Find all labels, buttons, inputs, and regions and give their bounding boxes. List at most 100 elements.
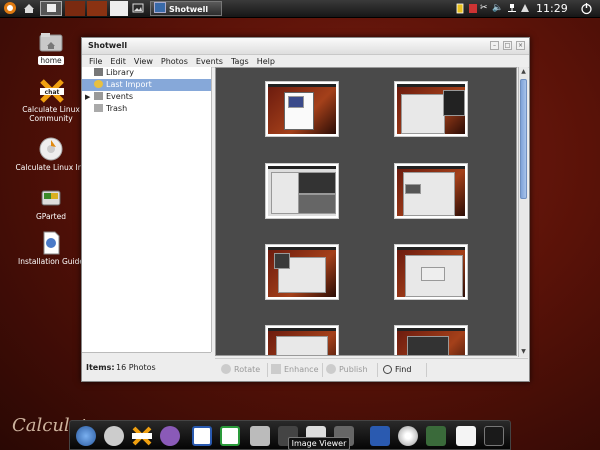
rotate-button[interactable]: Rotate bbox=[221, 364, 260, 376]
audio-player-icon[interactable] bbox=[370, 426, 390, 446]
photo-thumbnail[interactable] bbox=[265, 325, 339, 355]
library-icon bbox=[94, 68, 103, 76]
photo-thumbnail[interactable] bbox=[265, 81, 339, 137]
publish-label: Publish bbox=[339, 365, 368, 374]
rotate-icon bbox=[221, 364, 231, 374]
import-icon bbox=[94, 80, 103, 88]
home-icon[interactable] bbox=[22, 1, 37, 16]
desktop-pager-4[interactable] bbox=[110, 1, 128, 16]
expander-arrow-icon[interactable]: ▶ bbox=[85, 91, 90, 103]
mail-icon[interactable] bbox=[104, 426, 124, 446]
scroll-down-arrow-icon[interactable]: ▼ bbox=[519, 347, 528, 356]
publish-button[interactable]: Publish bbox=[326, 364, 368, 376]
thumbnail-image bbox=[397, 247, 465, 297]
shotwell-icon bbox=[154, 2, 166, 13]
toolbar-separator bbox=[377, 363, 378, 377]
sidebar: Library Last Import ▶ Events Trash bbox=[82, 67, 212, 352]
desktop-icon-label: Calculate Linux Ins bbox=[15, 163, 87, 172]
photo-thumbnail[interactable] bbox=[394, 244, 468, 300]
sidebar-item-label: Last Import bbox=[106, 80, 152, 89]
desktop-icon-label: Installation Guide bbox=[18, 257, 84, 266]
sidebar-item-last-import[interactable]: Last Import bbox=[82, 79, 211, 91]
scissors-icon[interactable]: ✂ bbox=[480, 3, 488, 14]
sidebar-item-events[interactable]: ▶ Events bbox=[82, 91, 211, 103]
thumbnail-image bbox=[397, 166, 465, 216]
clock[interactable]: 11:29 bbox=[536, 2, 568, 15]
screenshot-icon[interactable] bbox=[484, 426, 504, 446]
scroll-thumb[interactable] bbox=[520, 79, 527, 199]
games-icon[interactable] bbox=[426, 426, 446, 446]
desktop-icon-label: home bbox=[38, 56, 64, 65]
desktop-pager-2[interactable] bbox=[65, 1, 85, 16]
items-count: 16 Photos bbox=[116, 363, 156, 372]
rotate-label: Rotate bbox=[234, 365, 261, 374]
clipboard-icon[interactable] bbox=[468, 3, 478, 14]
menu-edit[interactable]: Edit bbox=[106, 57, 130, 66]
spreadsheet-icon[interactable] bbox=[220, 426, 240, 446]
find-button[interactable]: Find bbox=[383, 364, 411, 376]
photo-thumbnail[interactable] bbox=[265, 163, 339, 219]
window-title: Shotwell bbox=[88, 41, 128, 50]
app-menu-icon[interactable] bbox=[3, 1, 18, 16]
desktop-pager-3[interactable] bbox=[87, 1, 107, 16]
publish-icon bbox=[326, 364, 336, 374]
document-icon bbox=[39, 231, 63, 255]
photo-thumbnail[interactable] bbox=[394, 325, 468, 355]
messenger-icon[interactable] bbox=[160, 426, 180, 446]
writer-icon[interactable] bbox=[192, 426, 212, 446]
top-panel: Shotwell ✂ 🔈 11:29 bbox=[0, 0, 600, 18]
enhance-button[interactable]: Enhance bbox=[271, 364, 319, 376]
battery-icon[interactable] bbox=[455, 3, 465, 14]
trash-icon bbox=[94, 104, 103, 112]
sidebar-item-trash[interactable]: Trash bbox=[82, 103, 211, 115]
photo-thumbnail[interactable] bbox=[394, 163, 468, 219]
sidebar-item-label: Events bbox=[106, 92, 134, 101]
sidebar-item-label: Library bbox=[106, 68, 134, 77]
enhance-label: Enhance bbox=[284, 365, 319, 374]
calculator-icon[interactable] bbox=[250, 426, 270, 446]
menu-view[interactable]: View bbox=[130, 57, 157, 66]
disc-burner-icon[interactable] bbox=[398, 426, 418, 446]
sidebar-item-library[interactable]: Library bbox=[82, 67, 211, 79]
status-area: Items: 16 Photos bbox=[82, 352, 211, 382]
minimize-button[interactable]: – bbox=[490, 41, 499, 50]
desktop-pager-1[interactable] bbox=[40, 1, 62, 16]
sidebar-item-label: Trash bbox=[106, 104, 128, 113]
chat-icon[interactable] bbox=[132, 426, 152, 446]
close-button[interactable]: × bbox=[516, 41, 525, 50]
calculate-chat-icon: chat bbox=[39, 79, 64, 103]
toolbar-separator bbox=[426, 363, 427, 377]
photo-viewer bbox=[215, 67, 517, 356]
thumbnail-image bbox=[268, 166, 336, 216]
enhance-icon bbox=[271, 364, 281, 374]
events-icon bbox=[94, 92, 103, 100]
shotwell-window: Shotwell – □ × File Edit View Photos Eve… bbox=[81, 37, 530, 382]
thumbnail-image bbox=[268, 328, 336, 355]
folder-icon bbox=[39, 30, 63, 54]
text-editor-icon[interactable] bbox=[456, 426, 476, 446]
thumbnail-image bbox=[397, 328, 465, 355]
dock-tooltip: Image Viewer bbox=[288, 437, 350, 450]
menu-photos[interactable]: Photos bbox=[157, 57, 192, 66]
volume-icon[interactable]: 🔈 bbox=[492, 3, 503, 14]
menu-help[interactable]: Help bbox=[253, 57, 279, 66]
svg-text:chat: chat bbox=[45, 89, 60, 96]
photo-thumbnail[interactable] bbox=[265, 244, 339, 300]
browser-icon[interactable] bbox=[76, 426, 96, 446]
scroll-up-arrow-icon[interactable]: ▲ bbox=[519, 67, 528, 76]
thumbnail-image bbox=[268, 84, 336, 134]
find-label: Find bbox=[395, 365, 412, 374]
menu-file[interactable]: File bbox=[85, 57, 106, 66]
title-bar[interactable]: Shotwell – □ × bbox=[82, 38, 529, 55]
update-icon[interactable] bbox=[520, 3, 530, 14]
menu-tags[interactable]: Tags bbox=[227, 57, 253, 66]
taskbar-shotwell-label: Shotwell bbox=[169, 5, 209, 14]
menu-events[interactable]: Events bbox=[192, 57, 227, 66]
maximize-button[interactable]: □ bbox=[503, 41, 512, 50]
power-icon[interactable] bbox=[580, 2, 593, 15]
viewer-scrollbar[interactable]: ▲ ▼ bbox=[518, 67, 528, 357]
image-icon[interactable] bbox=[131, 1, 145, 16]
photo-thumbnail[interactable] bbox=[394, 81, 468, 137]
taskbar-shotwell-button[interactable]: Shotwell bbox=[150, 1, 222, 16]
network-icon[interactable] bbox=[507, 3, 517, 14]
